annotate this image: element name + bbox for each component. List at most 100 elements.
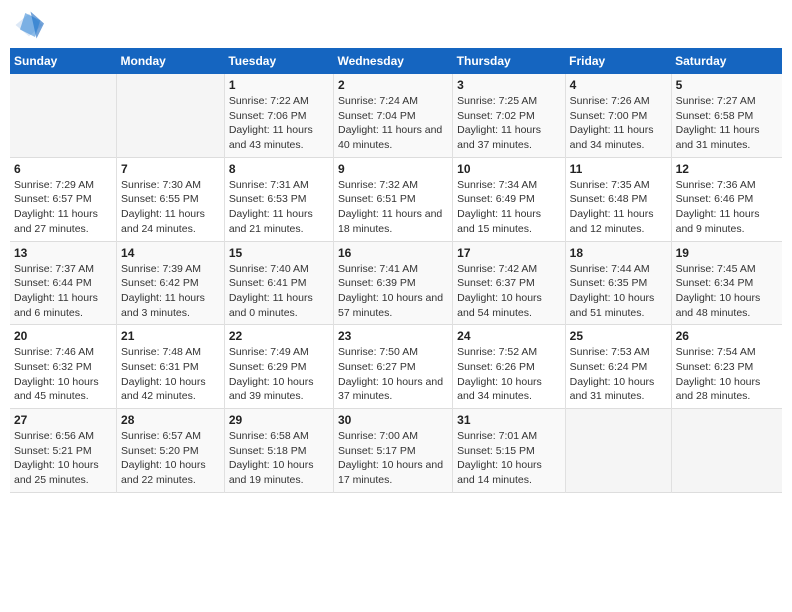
day-info: Sunrise: 7:41 AM Sunset: 6:39 PM Dayligh… — [338, 262, 448, 321]
calendar-cell: 18 Sunrise: 7:44 AM Sunset: 6:35 PM Dayli… — [565, 241, 671, 325]
calendar-cell — [10, 74, 117, 157]
day-info: Sunrise: 7:50 AM Sunset: 6:27 PM Dayligh… — [338, 345, 448, 404]
day-info: Sunrise: 7:22 AM Sunset: 7:06 PM Dayligh… — [229, 94, 329, 153]
day-info: Sunrise: 7:42 AM Sunset: 6:37 PM Dayligh… — [457, 262, 560, 321]
calendar-cell: 10 Sunrise: 7:34 AM Sunset: 6:49 PM Dayli… — [453, 157, 565, 241]
week-row-5: 27 Sunrise: 6:56 AM Sunset: 5:21 PM Dayli… — [10, 409, 782, 493]
week-row-3: 13 Sunrise: 7:37 AM Sunset: 6:44 PM Dayli… — [10, 241, 782, 325]
calendar-cell: 20 Sunrise: 7:46 AM Sunset: 6:32 PM Dayli… — [10, 325, 117, 409]
day-info: Sunrise: 7:39 AM Sunset: 6:42 PM Dayligh… — [121, 262, 220, 321]
day-info: Sunrise: 7:52 AM Sunset: 6:26 PM Dayligh… — [457, 345, 560, 404]
calendar-cell: 28 Sunrise: 6:57 AM Sunset: 5:20 PM Dayli… — [117, 409, 225, 493]
calendar-cell: 14 Sunrise: 7:39 AM Sunset: 6:42 PM Dayli… — [117, 241, 225, 325]
calendar-cell — [565, 409, 671, 493]
day-number: 9 — [338, 162, 448, 176]
calendar-cell: 11Sunrise: 7:35 AM Sunset: 6:48 PM Dayli… — [565, 157, 671, 241]
calendar-cell: 2 Sunrise: 7:24 AM Sunset: 7:04 PM Daylig… — [333, 74, 452, 157]
day-number: 15 — [229, 246, 329, 260]
week-row-2: 6 Sunrise: 7:29 AM Sunset: 6:57 PM Daylig… — [10, 157, 782, 241]
day-info: Sunrise: 6:57 AM Sunset: 5:20 PM Dayligh… — [121, 429, 220, 488]
day-info: Sunrise: 7:36 AM Sunset: 6:46 PM Dayligh… — [676, 178, 778, 237]
day-number: 29 — [229, 413, 329, 427]
day-info: Sunrise: 7:31 AM Sunset: 6:53 PM Dayligh… — [229, 178, 329, 237]
day-number: 31 — [457, 413, 560, 427]
calendar-cell: 23Sunrise: 7:50 AM Sunset: 6:27 PM Dayli… — [333, 325, 452, 409]
day-number: 10 — [457, 162, 560, 176]
calendar-cell: 3 Sunrise: 7:25 AM Sunset: 7:02 PM Daylig… — [453, 74, 565, 157]
header-day-saturday: Saturday — [671, 48, 782, 74]
day-number: 28 — [121, 413, 220, 427]
day-info: Sunrise: 7:34 AM Sunset: 6:49 PM Dayligh… — [457, 178, 560, 237]
calendar-cell: 30Sunrise: 7:00 AM Sunset: 5:17 PM Dayli… — [333, 409, 452, 493]
calendar-cell: 26 Sunrise: 7:54 AM Sunset: 6:23 PM Dayli… — [671, 325, 782, 409]
day-info: Sunrise: 7:00 AM Sunset: 5:17 PM Dayligh… — [338, 429, 448, 488]
calendar-header: SundayMondayTuesdayWednesdayThursdayFrid… — [10, 48, 782, 74]
day-info: Sunrise: 7:49 AM Sunset: 6:29 PM Dayligh… — [229, 345, 329, 404]
day-number: 18 — [570, 246, 667, 260]
calendar-cell: 25Sunrise: 7:53 AM Sunset: 6:24 PM Dayli… — [565, 325, 671, 409]
day-info: Sunrise: 7:54 AM Sunset: 6:23 PM Dayligh… — [676, 345, 778, 404]
calendar-cell: 13 Sunrise: 7:37 AM Sunset: 6:44 PM Dayli… — [10, 241, 117, 325]
calendar-cell: 29 Sunrise: 6:58 AM Sunset: 5:18 PM Dayli… — [224, 409, 333, 493]
calendar-cell — [671, 409, 782, 493]
header — [10, 10, 782, 40]
day-number: 12 — [676, 162, 778, 176]
day-info: Sunrise: 7:29 AM Sunset: 6:57 PM Dayligh… — [14, 178, 112, 237]
header-day-wednesday: Wednesday — [333, 48, 452, 74]
week-row-4: 20 Sunrise: 7:46 AM Sunset: 6:32 PM Dayli… — [10, 325, 782, 409]
day-number: 21 — [121, 329, 220, 343]
header-day-sunday: Sunday — [10, 48, 117, 74]
day-info: Sunrise: 6:58 AM Sunset: 5:18 PM Dayligh… — [229, 429, 329, 488]
day-number: 6 — [14, 162, 112, 176]
day-info: Sunrise: 7:32 AM Sunset: 6:51 PM Dayligh… — [338, 178, 448, 237]
calendar-cell: 9 Sunrise: 7:32 AM Sunset: 6:51 PM Daylig… — [333, 157, 452, 241]
day-info: Sunrise: 6:56 AM Sunset: 5:21 PM Dayligh… — [14, 429, 112, 488]
calendar-cell: 21 Sunrise: 7:48 AM Sunset: 6:31 PM Dayli… — [117, 325, 225, 409]
day-info: Sunrise: 7:53 AM Sunset: 6:24 PM Dayligh… — [570, 345, 667, 404]
day-info: Sunrise: 7:25 AM Sunset: 7:02 PM Dayligh… — [457, 94, 560, 153]
day-info: Sunrise: 7:35 AM Sunset: 6:48 PM Dayligh… — [570, 178, 667, 237]
day-info: Sunrise: 7:30 AM Sunset: 6:55 PM Dayligh… — [121, 178, 220, 237]
day-info: Sunrise: 7:37 AM Sunset: 6:44 PM Dayligh… — [14, 262, 112, 321]
day-info: Sunrise: 7:48 AM Sunset: 6:31 PM Dayligh… — [121, 345, 220, 404]
day-number: 2 — [338, 78, 448, 92]
day-number: 8 — [229, 162, 329, 176]
calendar-cell: 7 Sunrise: 7:30 AM Sunset: 6:55 PM Daylig… — [117, 157, 225, 241]
day-number: 16 — [338, 246, 448, 260]
header-day-friday: Friday — [565, 48, 671, 74]
day-number: 1 — [229, 78, 329, 92]
calendar-cell: 27 Sunrise: 6:56 AM Sunset: 5:21 PM Dayli… — [10, 409, 117, 493]
day-info: Sunrise: 7:26 AM Sunset: 7:00 PM Dayligh… — [570, 94, 667, 153]
day-number: 17 — [457, 246, 560, 260]
day-info: Sunrise: 7:45 AM Sunset: 6:34 PM Dayligh… — [676, 262, 778, 321]
calendar-cell: 22Sunrise: 7:49 AM Sunset: 6:29 PM Dayli… — [224, 325, 333, 409]
calendar-cell: 6 Sunrise: 7:29 AM Sunset: 6:57 PM Daylig… — [10, 157, 117, 241]
week-row-1: 1 Sunrise: 7:22 AM Sunset: 7:06 PM Daylig… — [10, 74, 782, 157]
day-number: 14 — [121, 246, 220, 260]
calendar-cell: 31 Sunrise: 7:01 AM Sunset: 5:15 PM Dayli… — [453, 409, 565, 493]
calendar-cell: 15 Sunrise: 7:40 AM Sunset: 6:41 PM Dayli… — [224, 241, 333, 325]
day-number: 20 — [14, 329, 112, 343]
calendar-cell: 12 Sunrise: 7:36 AM Sunset: 6:46 PM Dayli… — [671, 157, 782, 241]
day-number: 7 — [121, 162, 220, 176]
calendar-cell: 4Sunrise: 7:26 AM Sunset: 7:00 PM Daylig… — [565, 74, 671, 157]
logo — [14, 10, 48, 40]
calendar-body: 1 Sunrise: 7:22 AM Sunset: 7:06 PM Daylig… — [10, 74, 782, 492]
calendar-cell: 24Sunrise: 7:52 AM Sunset: 6:26 PM Dayli… — [453, 325, 565, 409]
day-number: 19 — [676, 246, 778, 260]
day-number: 3 — [457, 78, 560, 92]
calendar-cell: 8 Sunrise: 7:31 AM Sunset: 6:53 PM Daylig… — [224, 157, 333, 241]
day-info: Sunrise: 7:24 AM Sunset: 7:04 PM Dayligh… — [338, 94, 448, 153]
header-day-thursday: Thursday — [453, 48, 565, 74]
header-day-monday: Monday — [117, 48, 225, 74]
day-number: 13 — [14, 246, 112, 260]
day-info: Sunrise: 7:44 AM Sunset: 6:35 PM Dayligh… — [570, 262, 667, 321]
calendar-cell: 5Sunrise: 7:27 AM Sunset: 6:58 PM Daylig… — [671, 74, 782, 157]
day-info: Sunrise: 7:46 AM Sunset: 6:32 PM Dayligh… — [14, 345, 112, 404]
calendar-table: SundayMondayTuesdayWednesdayThursdayFrid… — [10, 48, 782, 493]
day-info: Sunrise: 7:01 AM Sunset: 5:15 PM Dayligh… — [457, 429, 560, 488]
day-number: 27 — [14, 413, 112, 427]
day-number: 26 — [676, 329, 778, 343]
calendar-cell: 19 Sunrise: 7:45 AM Sunset: 6:34 PM Dayli… — [671, 241, 782, 325]
day-info: Sunrise: 7:40 AM Sunset: 6:41 PM Dayligh… — [229, 262, 329, 321]
